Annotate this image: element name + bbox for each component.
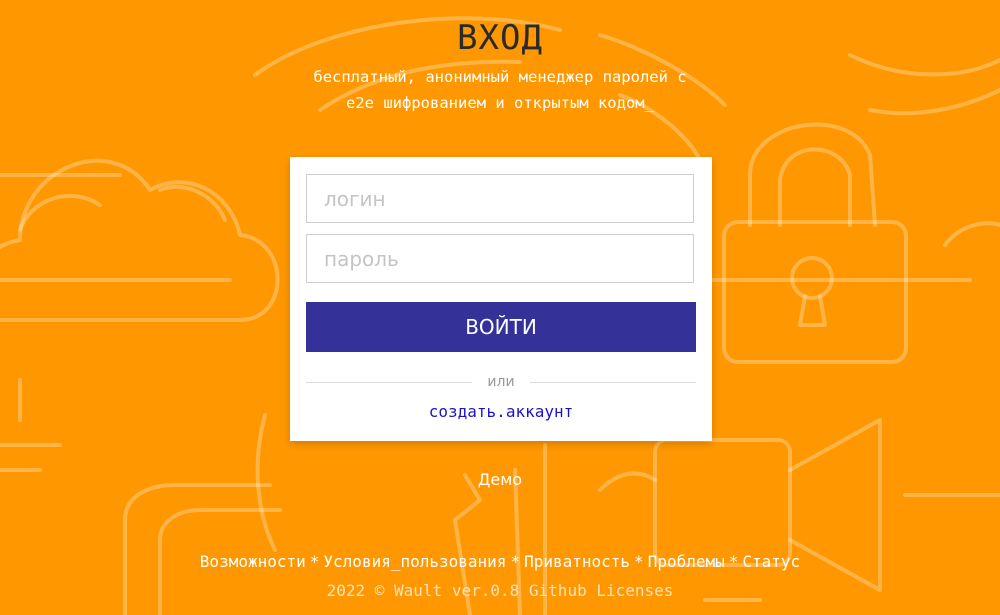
login-input[interactable] (306, 174, 694, 223)
github-link[interactable]: Github (529, 581, 587, 600)
version-text: ver.0.8 (451, 581, 520, 600)
footer-link-status[interactable]: Статус (742, 552, 800, 571)
footer-nav: Возможности * Условия_пользования * Приватно… (0, 552, 1000, 571)
password-input[interactable] (306, 234, 694, 283)
footer-link-terms[interactable]: Условия_пользования (323, 552, 506, 571)
brand-name: Wault (394, 581, 443, 600)
or-divider: или (306, 372, 696, 392)
chat-bubble-icon (0, 378, 282, 615)
footer-link-issues[interactable]: Проблемы (648, 552, 725, 571)
footer-separator: * (634, 552, 644, 571)
login-card: ВОЙТИ или создать.аккаунт (290, 157, 712, 441)
login-button[interactable]: ВОЙТИ (306, 302, 696, 352)
video-camera-icon (598, 418, 882, 602)
footer-separator: * (309, 552, 320, 571)
create-account-link[interactable]: создать.аккаунт (290, 402, 712, 421)
divider-line-right (530, 382, 696, 383)
page-title: ВХОД (457, 18, 543, 58)
licenses-link[interactable]: Licenses (596, 581, 673, 600)
demo-link[interactable]: Демо (0, 470, 1000, 489)
tagline: бесплатный, анонимный менеджер паролей с… (313, 68, 687, 112)
footer-separator: * (728, 552, 739, 571)
cloud-icon (0, 158, 280, 322)
footer-separator: * (510, 552, 521, 571)
footer-link-features[interactable]: Возможности (200, 552, 306, 571)
footer-link-privacy[interactable]: Приватность (524, 552, 630, 571)
footer-meta: 2022 © Wault ver.0.8 Github Licenses (0, 581, 1000, 600)
copyright-text: 2022 © (326, 581, 385, 600)
